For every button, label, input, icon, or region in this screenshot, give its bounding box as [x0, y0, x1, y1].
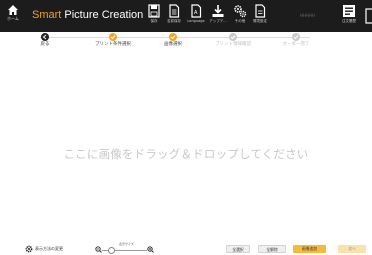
- step-back[interactable]: 戻る: [10, 33, 80, 49]
- header-overflow-icon[interactable]: [364, 5, 372, 27]
- zoom-slider-thumb[interactable]: [107, 247, 115, 254]
- update-label: アップデ…: [209, 19, 227, 23]
- save-button[interactable]: 保存: [144, 3, 164, 30]
- step-print-area-confirm: プリント領域確認: [198, 33, 268, 49]
- back-arrow-icon: [41, 33, 49, 41]
- save-as-icon: [169, 4, 180, 18]
- settings-button[interactable]: その他: [230, 3, 250, 30]
- app-title-rest: Picture Creation: [61, 9, 144, 21]
- settings-icon: [234, 5, 247, 18]
- zoom-label: 表示サイズ: [119, 242, 134, 246]
- download-icon: [212, 5, 224, 17]
- gear-icon: [25, 245, 33, 253]
- environment-settings-button[interactable]: 環境設定: [250, 3, 270, 30]
- document-icon: [255, 4, 266, 18]
- app-title-accent: Smart: [32, 9, 62, 21]
- home-label: ホーム: [7, 16, 19, 21]
- add-image-button[interactable]: 画像追加: [293, 245, 326, 253]
- app-title: Smart Picture Creation: [32, 8, 143, 22]
- home-button[interactable]: ホーム: [3, 3, 23, 30]
- step-current-icon: [169, 33, 177, 41]
- order-history-button[interactable]: 注文履歴: [338, 3, 360, 30]
- update-button[interactable]: アップデ…: [208, 3, 228, 30]
- language-button[interactable]: A Language: [185, 3, 207, 30]
- app-header: ホーム Smart Picture Creation 保存 名前保存 A Lan…: [0, 0, 372, 32]
- language-label: Language: [187, 19, 205, 23]
- display-method-button[interactable]: 表示方法の変更: [25, 244, 63, 254]
- next-button[interactable]: 次へ: [338, 245, 366, 253]
- zoom-out-icon[interactable]: [95, 246, 102, 253]
- step-order-complete: オーダー完了: [261, 33, 331, 49]
- display-method-label: 表示方法の変更: [35, 246, 63, 251]
- save-as-button[interactable]: 名前保存: [164, 3, 184, 30]
- language-icon: A: [191, 4, 202, 18]
- footer-bar: 表示方法の変更 表示サイズ 全選択 全解除 画像追加 次へ: [0, 239, 372, 255]
- step-print-area-confirm-label: プリント領域確認: [215, 42, 251, 47]
- order-history-label: 注文履歴: [342, 19, 356, 23]
- save-icon: [148, 4, 160, 18]
- save-label: 保存: [150, 19, 158, 23]
- step-progress-bar: 戻る プリント条件選択 画像選択 プリント領域確認 オーダー完了: [0, 32, 372, 52]
- drop-hint-text: ここに画像をドラッグ＆ドロップしてください: [63, 147, 309, 161]
- step-pending-icon: [292, 33, 300, 41]
- zoom-control: 表示サイズ: [95, 242, 155, 255]
- save-as-label: 名前保存: [167, 19, 181, 23]
- home-icon: [8, 5, 18, 15]
- environment-settings-label: 環境設定: [253, 19, 267, 23]
- order-history-icon: [343, 5, 355, 17]
- step-done-icon: [109, 33, 117, 41]
- step-pending-icon: [229, 33, 237, 41]
- header-placeholder-text: HHHHH: [300, 13, 316, 18]
- select-all-button[interactable]: 全選択: [226, 245, 250, 253]
- step-back-label: 戻る: [40, 42, 50, 47]
- zoom-in-icon[interactable]: [147, 246, 154, 253]
- deselect-all-button[interactable]: 全解除: [258, 245, 286, 253]
- svg-text:A: A: [194, 10, 198, 16]
- step-order-complete-label: オーダー完了: [282, 42, 310, 47]
- image-drop-zone[interactable]: ここに画像をドラッグ＆ドロップしてください: [0, 52, 372, 239]
- settings-label: その他: [234, 19, 246, 23]
